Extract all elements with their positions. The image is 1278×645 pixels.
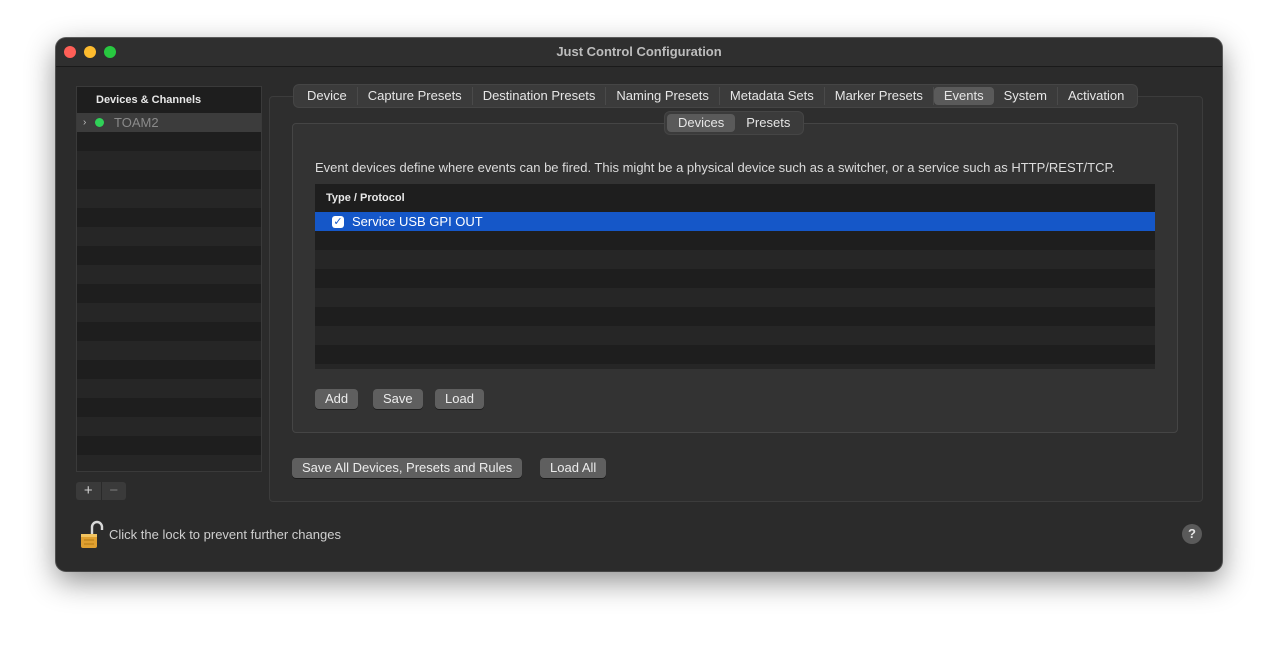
empty-row [315, 364, 1155, 369]
enabled-checkbox[interactable]: ✓ [332, 215, 344, 228]
empty-row [77, 284, 261, 303]
tab-marker-presets[interactable]: Marker Presets [825, 87, 934, 105]
empty-row [315, 307, 1155, 326]
empty-row [77, 151, 261, 170]
empty-row [77, 227, 261, 246]
disclosure-chevron-icon[interactable]: › [83, 117, 93, 128]
save-all-button[interactable]: Save All Devices, Presets and Rules [292, 458, 523, 478]
empty-row [77, 208, 261, 227]
empty-row [315, 231, 1155, 250]
empty-row [77, 170, 261, 189]
column-header-type-protocol[interactable]: Type / Protocol [315, 184, 1155, 212]
tab-metadata-sets[interactable]: Metadata Sets [720, 87, 825, 105]
empty-row [77, 341, 261, 360]
empty-row [77, 455, 261, 471]
empty-row [315, 345, 1155, 364]
tab-events[interactable]: Events [933, 87, 994, 105]
empty-row [77, 265, 261, 284]
table-row[interactable]: ✓ Service USB GPI OUT [315, 212, 1155, 231]
empty-row [77, 189, 261, 208]
subtab-presets[interactable]: Presets [735, 114, 801, 132]
add-device-button[interactable]: + [76, 482, 101, 500]
events-description: Event devices define where events can be… [315, 160, 1116, 175]
subtab-devices[interactable]: Devices [667, 114, 736, 132]
save-button[interactable]: Save [373, 389, 423, 409]
empty-row [77, 436, 261, 455]
empty-row [77, 132, 261, 151]
add-remove-control: + − [76, 482, 126, 500]
unlocked-padlock-icon[interactable] [80, 520, 104, 550]
window-title: Just Control Configuration [556, 44, 722, 59]
events-subtab-bar: Devices Presets [665, 112, 804, 134]
load-all-button[interactable]: Load All [540, 458, 607, 478]
empty-row [315, 269, 1155, 288]
tab-destination-presets[interactable]: Destination Presets [473, 87, 607, 105]
add-button[interactable]: Add [315, 389, 359, 409]
tab-device[interactable]: Device [297, 87, 358, 105]
empty-row [77, 303, 261, 322]
sidebar-item-label: TOAM2 [114, 115, 159, 130]
title-bar: Just Control Configuration [56, 38, 1222, 67]
tab-capture-presets[interactable]: Capture Presets [358, 87, 473, 105]
status-dot-icon [95, 118, 104, 127]
load-button[interactable]: Load [435, 389, 484, 409]
main-tab-bar: Device Capture Presets Destination Prese… [294, 85, 1138, 107]
sidebar-item-toam2[interactable]: › TOAM2 [77, 113, 261, 132]
config-window: Just Control Configuration Devices & Cha… [56, 38, 1222, 571]
empty-row [77, 417, 261, 436]
help-button[interactable]: ? [1182, 524, 1202, 544]
empty-row [315, 288, 1155, 307]
empty-row [77, 379, 261, 398]
empty-row [77, 398, 261, 417]
empty-row [315, 326, 1155, 345]
lock-hint-text: Click the lock to prevent further change… [109, 527, 341, 542]
tab-system[interactable]: System [994, 87, 1058, 105]
row-label: Service USB GPI OUT [352, 214, 483, 229]
event-devices-table: Type / Protocol ✓ Service USB GPI OUT [315, 184, 1155, 369]
tab-naming-presets[interactable]: Naming Presets [606, 87, 720, 105]
empty-row [77, 246, 261, 265]
empty-row [77, 360, 261, 379]
tab-activation[interactable]: Activation [1058, 87, 1134, 105]
empty-row [77, 322, 261, 341]
sidebar-header: Devices & Channels [96, 94, 202, 106]
empty-row [315, 250, 1155, 269]
remove-device-button[interactable]: − [102, 482, 127, 500]
devices-sidebar: Devices & Channels › TOAM2 [76, 86, 262, 472]
